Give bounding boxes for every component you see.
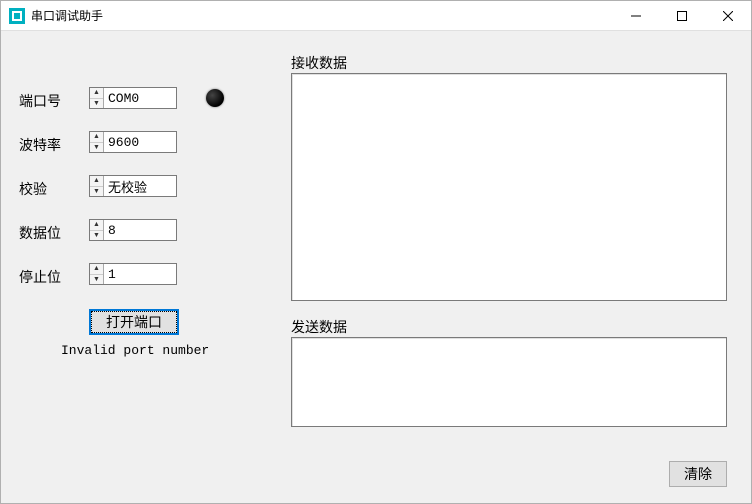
client-area: 端口号 波特率 校验 数据位 停止位 ▲ ▼ ▲ ▼ ▲ ▼ xyxy=(1,31,751,503)
label-rx: 接收数据 xyxy=(291,53,347,73)
chevron-up-icon[interactable]: ▲ xyxy=(90,88,103,99)
baud-input[interactable] xyxy=(104,132,176,152)
stopbits-spinbox[interactable]: ▲ ▼ xyxy=(89,263,177,285)
app-icon xyxy=(9,8,25,24)
titlebar: 串口调试助手 xyxy=(1,1,751,31)
chevron-down-icon[interactable]: ▼ xyxy=(90,143,103,153)
databits-spinbox[interactable]: ▲ ▼ xyxy=(89,219,177,241)
send-textarea[interactable] xyxy=(291,337,727,427)
chevron-down-icon[interactable]: ▼ xyxy=(90,99,103,109)
baud-spin-arrows[interactable]: ▲ ▼ xyxy=(90,132,104,152)
status-message: Invalid port number xyxy=(61,343,209,358)
label-databits: 数据位 xyxy=(19,223,61,243)
chevron-up-icon[interactable]: ▲ xyxy=(90,176,103,187)
stopbits-spin-arrows[interactable]: ▲ ▼ xyxy=(90,264,104,284)
label-parity: 校验 xyxy=(19,179,47,199)
baud-spinbox[interactable]: ▲ ▼ xyxy=(89,131,177,153)
clear-button[interactable]: 清除 xyxy=(669,461,727,487)
chevron-down-icon[interactable]: ▼ xyxy=(90,187,103,197)
clear-label: 清除 xyxy=(684,464,712,484)
chevron-down-icon[interactable]: ▼ xyxy=(90,275,103,285)
databits-input[interactable] xyxy=(104,220,176,240)
minimize-button[interactable] xyxy=(613,1,659,31)
label-port: 端口号 xyxy=(19,91,61,111)
chevron-down-icon[interactable]: ▼ xyxy=(90,231,103,241)
parity-spin-arrows[interactable]: ▲ ▼ xyxy=(90,176,104,196)
chevron-up-icon[interactable]: ▲ xyxy=(90,132,103,143)
port-spin-arrows[interactable]: ▲ ▼ xyxy=(90,88,104,108)
databits-spin-arrows[interactable]: ▲ ▼ xyxy=(90,220,104,240)
port-input[interactable] xyxy=(104,88,176,108)
open-port-label: 打开端口 xyxy=(106,312,162,332)
port-spinbox[interactable]: ▲ ▼ xyxy=(89,87,177,109)
port-status-led xyxy=(206,89,224,107)
open-port-button[interactable]: 打开端口 xyxy=(89,309,179,335)
label-tx: 发送数据 xyxy=(291,317,347,337)
parity-spinbox[interactable]: ▲ ▼ xyxy=(89,175,177,197)
window-title: 串口调试助手 xyxy=(31,7,103,24)
label-stopbits: 停止位 xyxy=(19,267,61,287)
maximize-button[interactable] xyxy=(659,1,705,31)
app-window: 串口调试助手 端口号 波特率 校验 数据位 停止位 ▲ ▼ ▲ xyxy=(0,0,752,504)
close-button[interactable] xyxy=(705,1,751,31)
chevron-up-icon[interactable]: ▲ xyxy=(90,264,103,275)
chevron-up-icon[interactable]: ▲ xyxy=(90,220,103,231)
parity-input[interactable] xyxy=(104,176,176,196)
stopbits-input[interactable] xyxy=(104,264,176,284)
label-baud: 波特率 xyxy=(19,135,61,155)
receive-textarea[interactable] xyxy=(291,73,727,301)
